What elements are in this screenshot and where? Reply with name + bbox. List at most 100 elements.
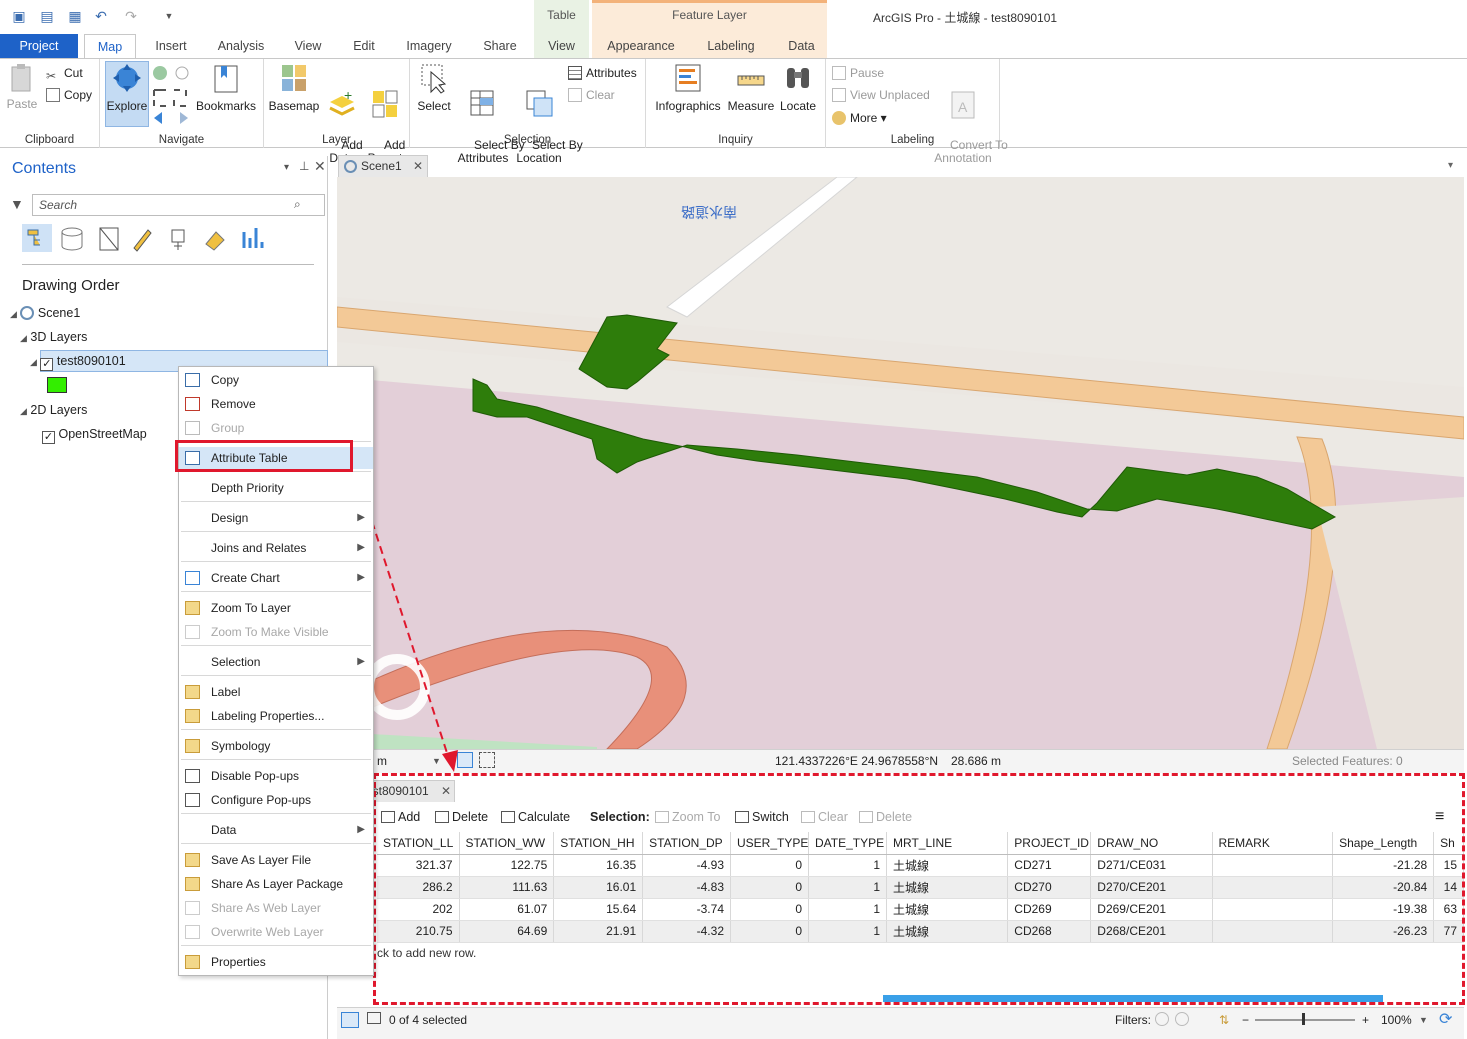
select-by-attributes-button[interactable]: Select By Attributes — [454, 62, 525, 178]
zoom-in-button[interactable]: + — [1362, 1008, 1369, 1032]
layer-node-test8090101[interactable]: ◢ ✓ test8090101 — [30, 354, 126, 371]
menu-item-zoom-to-layer[interactable]: Zoom To Layer — [179, 597, 373, 619]
menu-item-share-as-web-layer[interactable]: Share As Web Layer — [179, 897, 373, 919]
undo-icon[interactable]: ↶ — [92, 8, 110, 24]
bookmarks-button[interactable]: Bookmarks — [196, 62, 256, 113]
show-selected-records-icon[interactable] — [367, 1012, 381, 1024]
menu-item-label: Depth Priority — [211, 481, 284, 495]
tab-project[interactable]: Project — [0, 34, 78, 58]
tab-appearance[interactable]: Appearance — [596, 34, 686, 58]
explore-button[interactable]: Explore — [105, 61, 149, 127]
zoom-dropdown-icon[interactable]: ▼ — [1419, 1008, 1428, 1032]
select-button[interactable]: Select — [414, 62, 454, 113]
show-all-records-icon[interactable] — [341, 1012, 359, 1028]
copy-icon — [185, 373, 200, 387]
filter-icon[interactable]: ▼ — [10, 196, 24, 212]
view-unplaced-button[interactable]: View Unplaced — [832, 87, 930, 103]
tab-data[interactable]: Data — [776, 34, 827, 58]
view-options-icon[interactable]: ▾ — [1448, 160, 1453, 171]
submenu-arrow-icon: ▶ — [357, 572, 365, 583]
menu-item-depth-priority[interactable]: Depth Priority — [179, 477, 373, 499]
menu-item-disable-pop-ups[interactable]: Disable Pop-ups — [179, 765, 373, 787]
menu-item-design[interactable]: Design ▶ — [179, 507, 373, 529]
selection-extent-icon[interactable] — [479, 752, 495, 768]
cut-button[interactable]: ✂ Cut — [46, 65, 83, 83]
selected-features-count[interactable]: Selected Features: 0 — [1292, 750, 1403, 772]
locate-button[interactable]: Locate — [778, 62, 818, 113]
osm-visibility-checkbox[interactable]: ✓ — [42, 431, 55, 444]
menu-item-symbology[interactable]: Symbology — [179, 735, 373, 757]
tab-analysis[interactable]: Analysis — [210, 34, 272, 58]
bookmarks-icon — [214, 65, 238, 93]
menu-item-label[interactable]: Label — [179, 681, 373, 703]
menu-item-create-chart[interactable]: Create Chart ▶ — [179, 567, 373, 589]
close-tab-icon[interactable]: ✕ — [413, 156, 423, 177]
layer-group: Basemap + Add Data Add Preset Layer — [264, 59, 410, 165]
pane-options-icon[interactable]: ▾ — [284, 162, 289, 173]
zoom-slider-thumb[interactable] — [1302, 1013, 1305, 1025]
attributes-button[interactable]: Attributes — [568, 65, 637, 81]
menu-item-configure-pop-ups[interactable]: Configure Pop-ups — [179, 789, 373, 811]
2d-layers-node[interactable]: ◢ 2D Layers — [20, 403, 87, 417]
pause-labeling-button[interactable]: Pause — [832, 65, 884, 81]
scene-map-view[interactable]: 南水道路 — [337, 177, 1464, 749]
layer-node-openstreetmap[interactable]: ✓ OpenStreetMap — [42, 427, 147, 444]
copy-button[interactable]: Copy — [46, 87, 92, 103]
zoom-out-button[interactable]: − — [1242, 1008, 1249, 1032]
menu-item-group[interactable]: Group — [179, 417, 373, 439]
layer-visibility-checkbox[interactable]: ✓ — [40, 358, 54, 371]
paste-button[interactable]: Paste — [4, 64, 40, 111]
menu-item-label: Zoom To Layer — [211, 601, 291, 615]
more-labeling-button[interactable]: More ▾ — [832, 110, 887, 126]
convert-to-annotation-button[interactable]: A Convert To Annotation — [930, 62, 1008, 178]
refresh-icon[interactable]: ⟳ — [1439, 1008, 1452, 1032]
menu-item-zoom-to-make-visible[interactable]: Zoom To Make Visible — [179, 621, 373, 643]
menu-item-label: Share As Layer Package — [211, 877, 344, 891]
menu-item-data[interactable]: Data ▶ — [179, 819, 373, 841]
tab-map[interactable]: Map — [84, 34, 136, 59]
pin-icon[interactable]: ⊥ — [299, 159, 309, 173]
customize-qat-icon[interactable]: ▼ — [160, 8, 178, 24]
search-icon[interactable]: ⌕ — [294, 197, 301, 212]
menu-separator — [181, 561, 371, 562]
sort-icon[interactable]: ⇅ — [1219, 1008, 1229, 1032]
menu-item-selection[interactable]: Selection ▶ — [179, 651, 373, 673]
tab-share[interactable]: Share — [474, 34, 526, 58]
select-by-location-icon — [526, 90, 553, 117]
tab-edit[interactable]: Edit — [344, 34, 384, 58]
menu-item-properties[interactable]: Properties — [179, 951, 373, 973]
new-project-icon[interactable]: ▣ — [10, 8, 28, 24]
menu-item-remove[interactable]: Remove — [179, 393, 373, 415]
tab-table-view[interactable]: View — [534, 34, 589, 58]
measure-button[interactable]: Measure — [726, 62, 776, 113]
menu-item-joins-and-relates[interactable]: Joins and Relates ▶ — [179, 537, 373, 559]
save-icon[interactable]: ▦ — [66, 8, 84, 24]
contents-search-input[interactable]: Search — [32, 194, 325, 216]
menu-item-labeling-properties[interactable]: Labeling Properties... — [179, 705, 373, 727]
infographics-button[interactable]: Infographics — [652, 62, 724, 113]
select-by-location-button[interactable]: Select By Location — [512, 62, 583, 178]
menu-item-copy[interactable]: Copy — [179, 369, 373, 391]
filter-time-icon[interactable] — [1175, 1012, 1189, 1026]
tab-view[interactable]: View — [286, 34, 330, 58]
redo-icon[interactable]: ↷ — [122, 8, 140, 24]
menu-item-save-as-layer-file[interactable]: Save As Layer File — [179, 849, 373, 871]
basemap-button[interactable]: Basemap — [268, 62, 320, 113]
zoom-slider-track[interactable] — [1255, 1019, 1355, 1021]
clear-selection-button[interactable]: Clear — [568, 87, 615, 103]
menu-item-overwrite-web-layer[interactable]: Overwrite Web Layer — [179, 921, 373, 943]
copy-icon — [46, 88, 60, 102]
scene-node[interactable]: ◢ Scene1 — [10, 306, 80, 320]
layer-symbol-swatch[interactable] — [47, 377, 67, 393]
close-pane-icon[interactable]: ✕ — [314, 158, 326, 175]
open-icon[interactable]: ▤ — [38, 8, 56, 24]
scene-view-tab[interactable]: Scene1 ✕ — [338, 155, 428, 177]
zoom-level[interactable]: 100% — [1381, 1008, 1412, 1032]
3d-layers-node[interactable]: ◢ 3D Layers — [20, 330, 87, 344]
tab-labeling[interactable]: Labeling — [686, 34, 776, 58]
tab-insert[interactable]: Insert — [146, 34, 196, 58]
tab-imagery[interactable]: Imagery — [398, 34, 460, 58]
filter-extent-icon[interactable] — [1155, 1012, 1169, 1026]
menu-item-share-as-layer-package[interactable]: Share As Layer Package — [179, 873, 373, 895]
contents-view-toolbar[interactable] — [22, 224, 272, 254]
